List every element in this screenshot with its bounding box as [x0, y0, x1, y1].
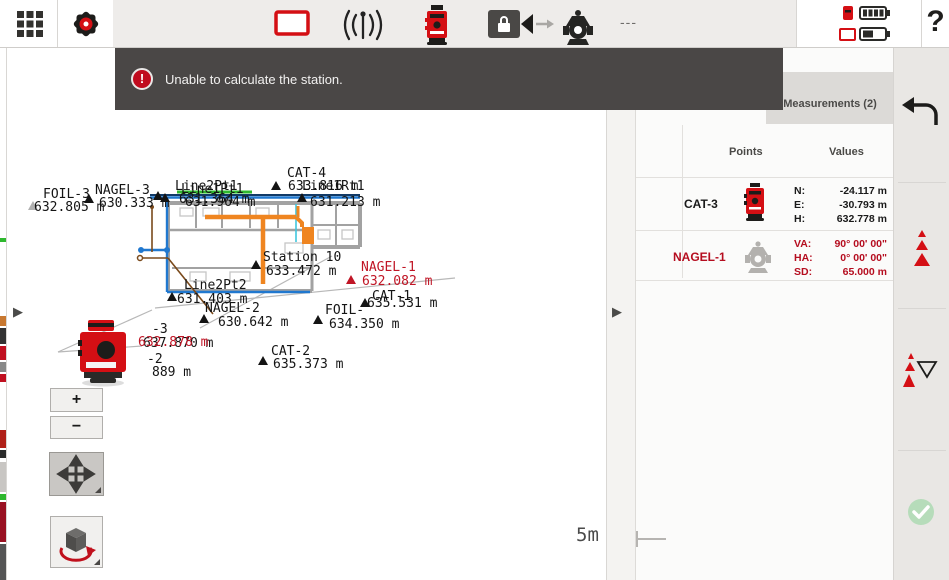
controller-icon: [840, 29, 855, 40]
point-elev: 889 m: [152, 365, 191, 380]
view-all-points-button[interactable]: [894, 347, 949, 407]
value-label: HA:: [794, 251, 813, 265]
tab-measurements[interactable]: Measurements (2): [766, 72, 894, 124]
error-message: Unable to calculate the station.: [165, 72, 343, 87]
undo-button[interactable]: [894, 87, 949, 147]
point-elev: 635.531 m: [367, 296, 438, 311]
help-label: ?: [926, 5, 944, 38]
map-canvas[interactable]: FOIL-3 632.805 m NAGEL-3 630.333 m Line1…: [6, 47, 607, 580]
rotate-3d-button[interactable]: [50, 516, 103, 568]
point-elev: 633.472 m: [266, 264, 337, 279]
point-elev: 632.082 m: [362, 274, 433, 289]
pan-button[interactable]: [49, 452, 104, 496]
confirm-button[interactable]: [894, 485, 949, 545]
point-label: NAGEL-1: [361, 260, 416, 275]
error-banner: ! Unable to calculate the station.: [115, 48, 783, 110]
status-dashes: ---: [620, 14, 637, 30]
grid-icon: [0, 0, 57, 47]
antenna-icon: [338, 5, 388, 43]
apps-menu-button[interactable]: [0, 0, 57, 47]
point-elev: 631.213 m: [310, 195, 381, 210]
station-illustration: [78, 320, 126, 387]
value: 90° 00' 00": [834, 237, 887, 251]
value: 632.778 m: [837, 212, 887, 226]
prism-icon: [742, 240, 774, 276]
value-label: N:: [794, 184, 805, 198]
water-node: [164, 247, 170, 253]
gear-icon: [58, 0, 113, 47]
points-stack-button[interactable]: [894, 222, 949, 282]
screen-icon: [272, 8, 314, 40]
point-elev: 630.642 m: [218, 315, 289, 330]
point-label: NAGEL-2: [205, 301, 260, 316]
column-header-values: Values: [829, 146, 864, 158]
prism-icon: [556, 6, 600, 48]
undo-icon: [894, 87, 949, 147]
point-label: Station 10: [263, 250, 341, 265]
instrument-battery-icon: [797, 0, 921, 47]
expand-left-panel-button[interactable]: ▶: [13, 305, 23, 319]
scale-label: 5m: [576, 524, 599, 546]
total-station-icon: [420, 2, 454, 46]
check-icon: [894, 485, 949, 545]
point-label: FOIL-: [325, 303, 364, 318]
action-sidebar: [893, 47, 949, 580]
expand-right-panel-button[interactable]: ▶: [612, 305, 622, 319]
table-row-nagel1[interactable]: NAGEL-1 VA:90° 00' 00" HA:0° 00' 00" SD:…: [636, 231, 894, 283]
point-elev: 632.878 m: [138, 335, 209, 350]
value-label: H:: [794, 212, 805, 226]
value: 0° 00' 00": [840, 251, 887, 265]
value: 65.000 m: [843, 265, 887, 279]
point-elev: 635.373 m: [273, 357, 344, 372]
settings-button[interactable]: [58, 0, 113, 47]
tab-label: Measurements (2): [783, 98, 877, 110]
application-window: --- ?: [0, 0, 949, 580]
scale-bar-icon: [630, 525, 672, 553]
value: -24.117 m: [840, 184, 887, 198]
point-elev: 632.805 m: [34, 200, 105, 215]
water-node: [138, 247, 144, 253]
point-elev: 631.364 m: [179, 192, 250, 207]
collapsed-left-panel[interactable]: [0, 47, 7, 580]
measurements-panel: Measurements (2) Points Values CAT-3 N:-…: [635, 47, 894, 580]
error-icon: !: [131, 68, 153, 90]
point-label: Line1Rt1: [302, 179, 365, 194]
triangle-stack-icon: [894, 222, 949, 282]
top-toolbar: --- ?: [0, 0, 949, 48]
point-elev: 630.333 m: [99, 196, 170, 211]
battery-status[interactable]: [797, 0, 921, 47]
total-station-icon: [742, 182, 768, 226]
triangle-fit-icon: [894, 347, 949, 407]
value-label: SD:: [794, 265, 812, 279]
point-label: Line2Pt2: [184, 278, 247, 293]
value-label: VA:: [794, 237, 811, 251]
table-row-cat3[interactable]: CAT-3 N:-24.117 m E:-30.793 m H:632.778 …: [636, 178, 894, 230]
value-label: E:: [794, 198, 805, 212]
help-button[interactable]: ?: [922, 0, 949, 47]
point-elev: 634.350 m: [329, 317, 400, 332]
camera-lock-icon: [486, 8, 556, 42]
gas-node: [138, 256, 143, 261]
zoom-out-button[interactable]: −: [50, 416, 103, 439]
column-header-points: Points: [729, 146, 763, 158]
pipe-box: [302, 227, 314, 244]
value: -30.793 m: [839, 198, 887, 212]
zoom-in-button[interactable]: +: [50, 388, 103, 412]
